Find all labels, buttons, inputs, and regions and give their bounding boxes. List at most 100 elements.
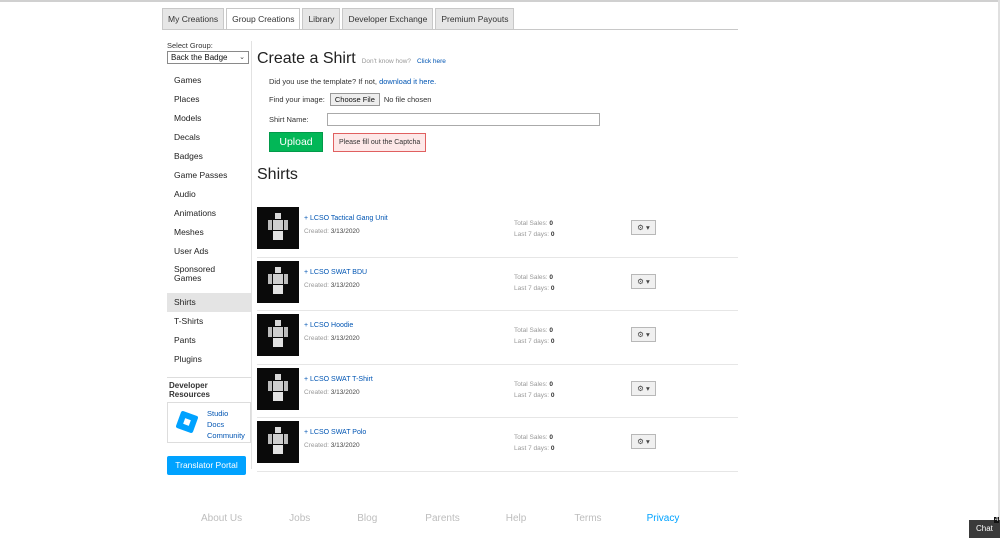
tab-developer-exchange[interactable]: Developer Exchange [342, 8, 434, 30]
select-group-label: Select Group: [167, 41, 213, 50]
dont-know-text: Don't know how? [361, 58, 412, 65]
footer-terms[interactable]: Terms [574, 513, 601, 524]
shirt-row: + LCSO SWAT Polo Created: 3/13/2020 Total … [257, 418, 738, 472]
created-date: 3/13/2020 [330, 388, 360, 396]
shirt-row: + LCSO SWAT T-Shirt Created: 3/13/2020 Tot… [257, 365, 738, 418]
shirt-thumbnail[interactable] [257, 260, 299, 303]
total-sales-label: Total Sales: [514, 380, 548, 388]
shirts-list: + LCSO Tactical Gang Unit Created: 3/13/2… [257, 204, 738, 472]
shirt-thumbnail[interactable] [257, 314, 299, 356]
shirt-thumbnail[interactable] [257, 207, 299, 249]
footer-blog[interactable]: Blog [357, 513, 377, 524]
studio-logo-icon [175, 410, 199, 434]
sidebar-item-pants[interactable]: Pants [167, 331, 251, 350]
created-date: 3/13/2020 [330, 335, 360, 342]
upload-form: Did you use the template? If not, downlo… [269, 77, 738, 152]
footer-jobs[interactable]: Jobs [289, 513, 310, 524]
last-7-days-label: Last 7 days: [514, 391, 550, 399]
total-sales-label: Total Sales: [514, 327, 548, 334]
shirt-created: Created: 3/13/2020 [304, 228, 360, 235]
gear-menu-button[interactable]: ⚙ ▾ [631, 273, 656, 289]
tab-my-creations[interactable]: My Creations [162, 8, 225, 30]
find-image-label: Find your image: [269, 95, 325, 104]
sidebar-item-game-passes[interactable]: Game Passes [167, 166, 251, 185]
shirt-name-input[interactable] [326, 113, 600, 126]
footer-parents[interactable]: Parents [425, 513, 459, 524]
sidebar-item-games[interactable]: Games [167, 71, 251, 90]
shirt-thumbnail[interactable] [257, 367, 299, 410]
created-label: Created: [304, 388, 329, 396]
template-text: Did you use the template? If not, [269, 77, 377, 86]
shirt-name-link[interactable]: + LCSO SWAT T-Shirt [304, 376, 373, 383]
shirt-created: Created: 3/13/2020 [304, 335, 360, 342]
total-sales-label: Total Sales: [514, 220, 548, 227]
sidebar-item-user-ads[interactable]: User Ads [167, 242, 251, 261]
sidebar-item-badges[interactable]: Badges [167, 147, 251, 166]
sidebar-item-shirts[interactable]: Shirts [167, 293, 251, 312]
choose-file-button[interactable]: Choose File [329, 93, 380, 106]
sidebar: Select Group: Back the Badge ⌄ Games Pla… [167, 41, 251, 475]
tab-premium-payouts[interactable]: Premium Payouts [435, 8, 515, 30]
footer-about-us[interactable]: About Us [201, 513, 242, 524]
last-7-days-label: Last 7 days: [514, 338, 550, 345]
total-sales-label: Total Sales: [514, 273, 548, 281]
shirt-row: + LCSO Hoodie Created: 3/13/2020 Total Sal… [257, 311, 738, 365]
last-7-days-label: Last 7 days: [514, 445, 550, 452]
shirt-name-link[interactable]: + LCSO Tactical Gang Unit [304, 215, 388, 222]
upload-row: Upload Please fill out the Captcha [269, 132, 738, 152]
tab-library[interactable]: Library [302, 8, 341, 30]
last-7-days-label: Last 7 days: [514, 284, 550, 292]
total-sales-label: Total Sales: [514, 434, 548, 441]
shirt-sales: Total Sales: 0 Last 7 days: 0 [514, 272, 555, 294]
gear-menu-button[interactable]: ⚙ ▾ [631, 434, 656, 449]
shirt-thumbnail[interactable] [257, 421, 299, 463]
sidebar-item-places[interactable]: Places [167, 90, 251, 109]
gear-menu-button[interactable]: ⚙ ▾ [631, 380, 656, 396]
footer-privacy[interactable]: Privacy [647, 513, 680, 524]
sidebar-item-sponsored-games[interactable]: Sponsored Games [167, 261, 237, 293]
upload-button[interactable]: Upload [269, 132, 323, 152]
tab-group-creations[interactable]: Group Creations [226, 8, 301, 30]
sidebar-item-audio[interactable]: Audio [167, 185, 251, 204]
shirt-name-link[interactable]: + LCSO SWAT BDU [304, 269, 367, 276]
sidebar-item-plugins[interactable]: Plugins [167, 350, 251, 369]
title-row: Create a Shirt Don't know how? Click her… [257, 50, 738, 68]
total-sales-value: 0 [549, 434, 554, 441]
sidebar-item-decals[interactable]: Decals [167, 128, 251, 147]
avatar-figure-icon [268, 373, 288, 402]
created-date: 3/13/2020 [330, 281, 360, 289]
click-here-link[interactable]: Click here [417, 58, 446, 65]
download-template-link[interactable]: download it here. [379, 77, 436, 86]
created-label: Created: [304, 442, 329, 449]
developer-resources-box: Studio Docs Community [167, 403, 251, 443]
sidebar-item-t-shirts[interactable]: T-Shirts [167, 312, 251, 331]
find-image-row: Find your image: Choose File No file cho… [269, 93, 738, 106]
shirt-sales: Total Sales: 0 Last 7 days: 0 [514, 432, 555, 454]
chevron-down-icon: ⌄ [239, 54, 245, 61]
gear-menu-button[interactable]: ⚙ ▾ [631, 220, 656, 235]
docs-link[interactable]: Docs [207, 419, 245, 430]
sidebar-item-models[interactable]: Models [167, 109, 251, 128]
group-select[interactable]: Back the Badge ⌄ [167, 51, 249, 64]
sidebar-item-meshes[interactable]: Meshes [167, 223, 251, 242]
studio-link[interactable]: Studio [207, 408, 245, 419]
shirt-sales: Total Sales: 0 Last 7 days: 0 [514, 218, 555, 240]
footer-help[interactable]: Help [506, 513, 527, 524]
shirt-row: + LCSO Tactical Gang Unit Created: 3/13/2… [257, 204, 738, 258]
community-link[interactable]: Community [207, 430, 245, 441]
last-7-days-value: 0 [550, 284, 555, 292]
shirt-name-link[interactable]: + LCSO SWAT Polo [304, 429, 366, 436]
tabs-divider [162, 29, 738, 30]
template-row: Did you use the template? If not, downlo… [269, 77, 738, 86]
shirt-name-link[interactable]: + LCSO Hoodie [304, 322, 353, 329]
created-date: 3/13/2020 [330, 442, 360, 449]
shirt-name-label: Shirt Name: [269, 115, 309, 124]
last-7-days-label: Last 7 days: [514, 231, 550, 238]
last-7-days-value: 0 [550, 231, 555, 238]
last-7-days-value: 0 [550, 391, 555, 399]
created-label: Created: [304, 228, 329, 235]
no-file-chosen: No file chosen [383, 95, 432, 104]
sidebar-item-animations[interactable]: Animations [167, 204, 251, 223]
translator-portal-button[interactable]: Translator Portal [167, 456, 246, 475]
gear-menu-button[interactable]: ⚙ ▾ [631, 327, 656, 342]
